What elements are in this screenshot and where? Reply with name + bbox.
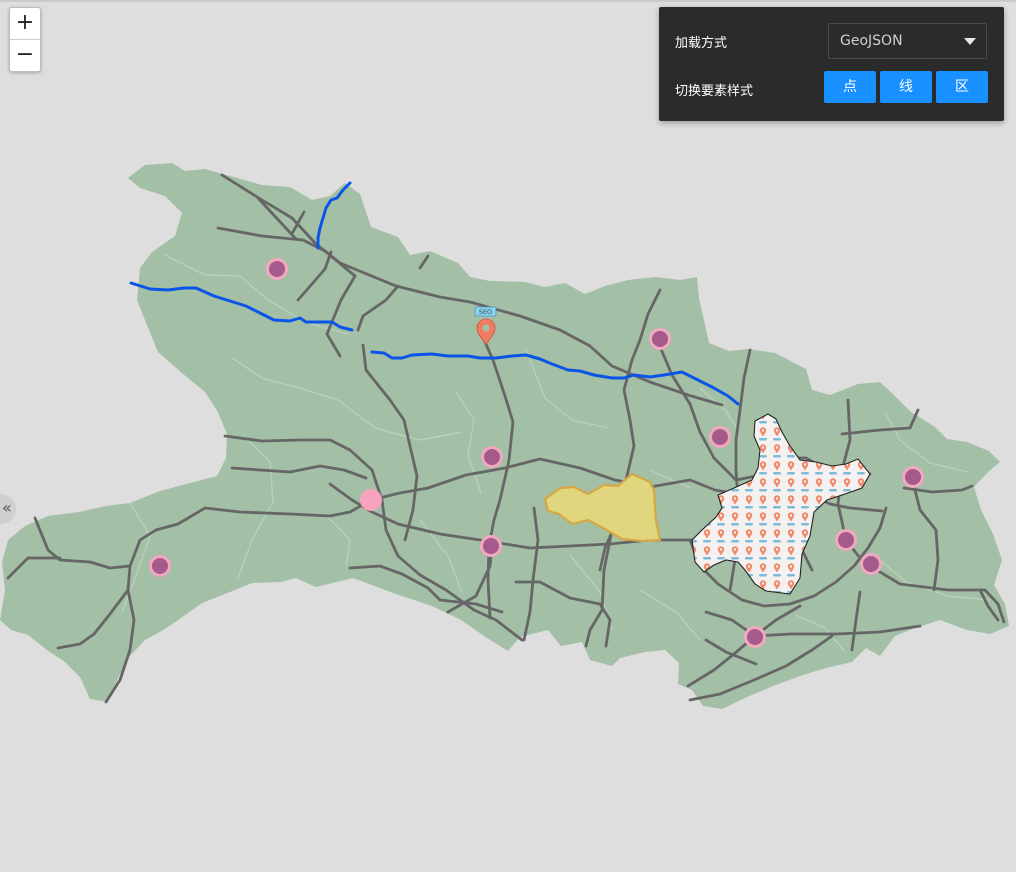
control-panel: 加载方式 GeoJSON 切换要素样式 点 线 区 (659, 7, 1004, 121)
zoom-out-button[interactable]: − (10, 39, 40, 71)
poi-point (266, 258, 288, 280)
marker-tag-label: SEO (479, 308, 492, 316)
poi-point (709, 426, 731, 448)
poi-point (149, 555, 171, 577)
poi-point (902, 466, 924, 488)
poi-point (480, 535, 502, 557)
zoom-control: + − (9, 7, 41, 72)
poi-point (860, 553, 882, 575)
map-canvas[interactable]: SEO (0, 0, 1016, 872)
point-style-button[interactable]: 点 (824, 71, 876, 103)
load-method-value: GeoJSON (840, 33, 903, 49)
caret-down-icon (964, 38, 976, 45)
feature-style-label: 切换要素样式 (675, 84, 754, 99)
load-method-label: 加载方式 (675, 36, 728, 51)
line-style-button[interactable]: 线 (880, 71, 932, 103)
load-method-select[interactable]: GeoJSON (828, 23, 987, 59)
zoom-in-button[interactable]: + (10, 8, 40, 39)
poi-point (481, 446, 503, 468)
polygon-style-button[interactable]: 区 (936, 71, 988, 103)
poi-point (835, 529, 857, 551)
poi-point (744, 626, 766, 648)
double-chevron-left-icon: « (2, 498, 12, 517)
poi-point-selected (360, 489, 382, 511)
poi-point (649, 328, 671, 350)
